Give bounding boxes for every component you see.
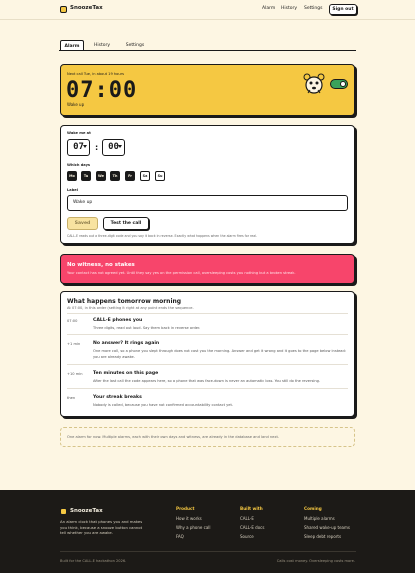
footer-tagline: An alarm clock that phones you and makes… (60, 519, 143, 535)
alarm-label: Wake up (67, 102, 85, 107)
wake-me-at-heading: Wake me at (67, 131, 91, 135)
timeline-time: +10 min (67, 372, 83, 376)
minute-select[interactable]: 00 (102, 139, 125, 156)
timeline-step-desc: Three digits, read out loud. Say them ba… (93, 326, 201, 330)
timeline-step-desc: After the last call the code appears her… (93, 379, 321, 383)
alarm-time: 07:00 (66, 78, 138, 103)
footer-divider (60, 551, 356, 552)
which-days-heading: Which days (67, 163, 91, 167)
timeline-step-desc: Nobody is called, because you have not c… (93, 403, 234, 407)
footer-brand: SnoozeTax (70, 508, 103, 514)
day-toggle-su[interactable]: Su (155, 171, 165, 181)
alarm-clock-mascot-icon (303, 73, 325, 94)
timeline-step-title: Your streak breaks (93, 395, 142, 400)
timeline-time: then (67, 396, 76, 400)
timeline-subtitle: At 07:00, in this order (setting it righ… (67, 306, 194, 310)
alarm-enabled-toggle[interactable] (330, 79, 348, 89)
footer-heading-built-with: Built with (240, 506, 263, 511)
footer-link-sleep-debt[interactable]: Sleep debt reports (304, 534, 341, 539)
timeline-divider (67, 334, 348, 335)
label-heading: Label (67, 188, 78, 192)
footer-link-source[interactable]: Source (240, 534, 254, 539)
test-call-note: CALL-E reads out a three-digit code and … (67, 234, 258, 238)
footer-link-shared-teams[interactable]: Shared wake-up teams (304, 525, 350, 530)
warning-body: Your contact has not agreed yet. Until t… (67, 271, 296, 275)
sign-out-button[interactable]: Sign out (329, 4, 357, 15)
toggle-knob (340, 81, 346, 87)
footer-logo-icon (60, 508, 67, 515)
chevron-down-icon (118, 145, 122, 148)
timeline-divider (67, 313, 348, 314)
footer-link-why-phone-call[interactable]: Why a phone call (176, 525, 211, 530)
day-toggle-we[interactable]: We (96, 171, 106, 181)
tabs-divider (59, 50, 356, 51)
footer-heading-coming: Coming (304, 506, 322, 511)
nav-alarm[interactable]: Alarm (262, 6, 275, 11)
no-witness-warning (60, 254, 355, 284)
day-toggle-mo[interactable]: Mo (67, 171, 77, 181)
timeline-step-title: CALL-E phones you (93, 318, 143, 323)
warning-title: No witness, no stakes (67, 262, 135, 268)
brand-name[interactable]: SnoozeTax (70, 5, 103, 11)
footer-link-faq[interactable]: FAQ (176, 534, 184, 539)
footer-bottom-right: Calls cost money. Oversleeping costs mor… (276, 559, 355, 563)
footer-bottom-left: Built for the CALL-E hackathon 2026. (60, 559, 127, 563)
day-toggle-tu[interactable]: Tu (81, 171, 91, 181)
time-separator: : (95, 143, 99, 152)
timeline-step-title: Ten minutes on this page (93, 371, 159, 376)
timeline-step-title: No answer? It rings again (93, 341, 160, 346)
nav-settings[interactable]: Settings (304, 6, 322, 11)
next-call-text: Next call Tue, in about 19 hours (67, 72, 125, 76)
chevron-down-icon (83, 145, 87, 148)
saved-button[interactable]: Saved (67, 217, 98, 230)
footer-link-multiple-alarms[interactable]: Multiple alarms (304, 516, 335, 521)
multiple-alarms-text: One alarm for now. Multiple alarms, each… (67, 435, 279, 439)
alarm-label-input[interactable]: Wake up (67, 195, 348, 211)
footer-link-how-it-works[interactable]: How it works (176, 516, 202, 521)
day-toggle-sa[interactable]: Sa (140, 171, 150, 181)
timeline-title: What happens tomorrow morning (67, 298, 182, 305)
snoozetax-logo-icon (60, 6, 67, 13)
timeline-divider (67, 364, 348, 365)
timeline-divider (67, 388, 348, 389)
footer-link-call-e[interactable]: CALL-E (240, 516, 254, 521)
day-toggle-th[interactable]: Th (110, 171, 120, 181)
timeline-time: 07:00 (67, 319, 78, 323)
day-toggle-fr[interactable]: Fr (125, 171, 135, 181)
test-call-button[interactable]: Test the call (103, 217, 149, 230)
hour-select[interactable]: 07 (67, 139, 90, 156)
timeline-time: +1 min (67, 342, 81, 346)
nav-history[interactable]: History (281, 6, 297, 11)
footer-heading-product: Product (176, 506, 195, 511)
timeline-step-desc: One more call, so a phone you slept thro… (93, 349, 347, 359)
footer-link-call-e-docs[interactable]: CALL-E docs (240, 525, 264, 530)
